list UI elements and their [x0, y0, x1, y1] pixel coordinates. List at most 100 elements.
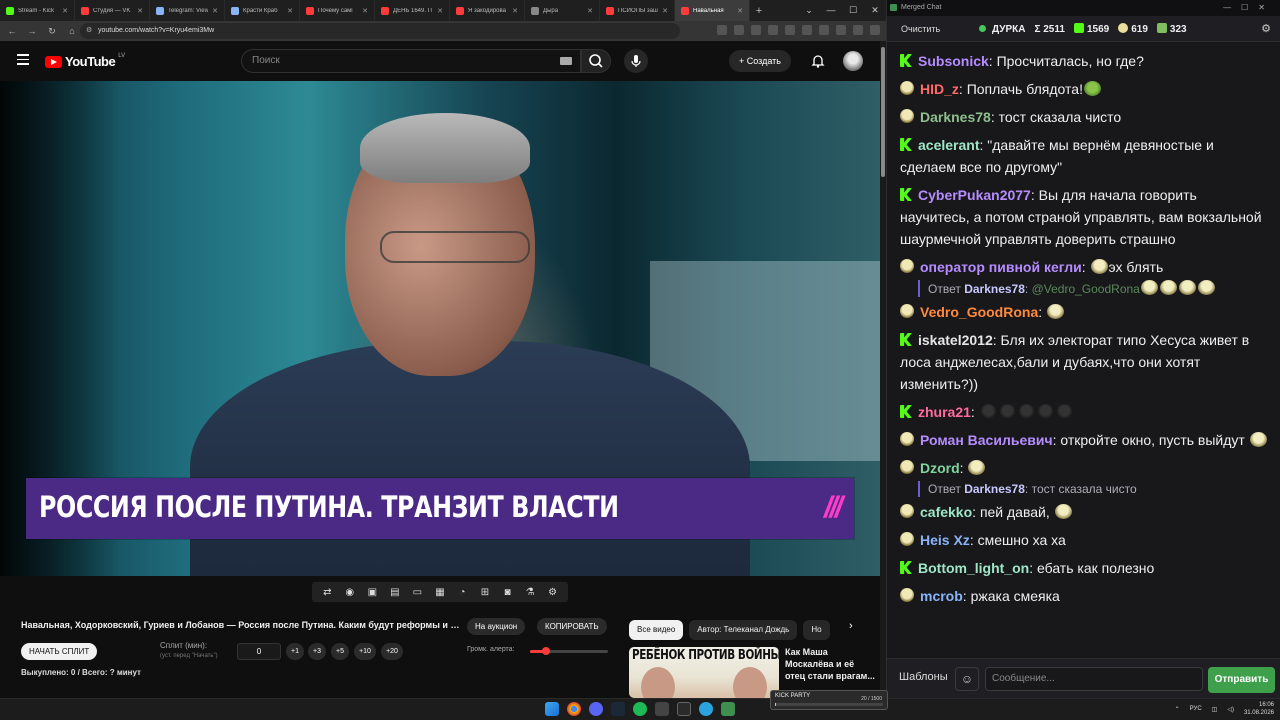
chrome-icon[interactable]: [567, 702, 581, 716]
tab[interactable]: Stream - Kick ✕: [0, 0, 75, 21]
notifications-icon[interactable]: [810, 53, 826, 69]
close-icon[interactable]: ✕: [212, 7, 218, 15]
related-video-title[interactable]: Как Маша Москалёва и её отец стали врага…: [785, 646, 875, 682]
telegram-icon[interactable]: [699, 702, 713, 716]
close-icon[interactable]: ✕: [137, 7, 143, 15]
forward-icon[interactable]: →: [26, 26, 38, 36]
url-field[interactable]: ⚙ youtube.com/watch?v=Kryu4emi3Mw: [80, 23, 680, 39]
chat-username[interactable]: Роман Васильевич: [920, 432, 1053, 448]
chat-username[interactable]: Subsonick: [918, 53, 989, 69]
chat-username[interactable]: Dzord: [920, 460, 960, 476]
chat-username[interactable]: Vedro_GoodRona: [920, 304, 1038, 320]
tab[interactable]: Студия — VK ✕: [75, 0, 150, 21]
new-tab-icon[interactable]: +: [750, 5, 768, 17]
chat-username[interactable]: cafekko: [920, 504, 972, 520]
kick-party-widget[interactable]: KICK PARTY 20 / 1500: [770, 690, 888, 710]
clock[interactable]: 16:06 31.08.2026: [1244, 701, 1274, 717]
maximize-icon[interactable]: ☐: [842, 0, 864, 21]
related-thumbnail[interactable]: РЕБЁНОК ПРОТИВ ВОЙНЫ: [629, 647, 779, 698]
menu-icon[interactable]: [17, 54, 29, 66]
add-icon[interactable]: ⊞: [477, 587, 493, 598]
increment-button[interactable]: +5: [331, 643, 349, 660]
alert-volume-slider[interactable]: [530, 647, 608, 655]
close-icon[interactable]: ✕: [362, 7, 368, 15]
flask-icon[interactable]: ⚗: [522, 587, 538, 598]
voice-search-button[interactable]: [624, 49, 648, 73]
spotify-icon[interactable]: [633, 702, 647, 716]
chat-username[interactable]: zhura21: [918, 404, 971, 420]
chat-username[interactable]: iskatel2012: [918, 332, 993, 348]
speed-icon[interactable]: ▦: [432, 587, 448, 598]
settings-icon[interactable]: ⚙: [545, 587, 561, 598]
smile-icon[interactable]: ☺: [955, 667, 979, 691]
scrollbar-thumb[interactable]: [881, 47, 885, 177]
gauge-icon[interactable]: ◔: [454, 587, 470, 598]
loop-icon[interactable]: ⇄: [319, 587, 335, 598]
message-input[interactable]: Сообщение...: [985, 667, 1203, 691]
tab[interactable]: ДЕНЬ 1649. П ✕: [375, 0, 450, 21]
close-icon[interactable]: ✕: [662, 7, 668, 15]
start-split-button[interactable]: НАЧАТЬ СПЛИТ: [21, 643, 98, 660]
app-icon[interactable]: [721, 702, 735, 716]
clear-button[interactable]: Очистить: [895, 20, 946, 38]
windows-start-icon[interactable]: [545, 702, 559, 716]
gear-icon[interactable]: ⚙: [1261, 22, 1271, 35]
site-info-icon[interactable]: ⚙: [86, 23, 92, 39]
search-input[interactable]: Поиск: [241, 49, 581, 73]
send-button[interactable]: Отправить: [1208, 667, 1275, 693]
close-icon[interactable]: ✕: [737, 7, 743, 15]
theater-icon[interactable]: ▭: [409, 587, 425, 598]
tab[interactable]: Telegram: View ✕: [150, 0, 225, 21]
chat-username[interactable]: оператор пивной кегли: [920, 259, 1082, 275]
tab-active[interactable]: Навальная ✕: [675, 0, 750, 21]
language-indicator[interactable]: РУС: [1190, 706, 1202, 712]
split-minutes-input[interactable]: 0: [237, 643, 281, 660]
close-icon[interactable]: ✕: [62, 7, 68, 15]
chat-username[interactable]: CyberPukan2077: [918, 187, 1031, 203]
copy-button[interactable]: КОПИРОВАТЬ: [537, 618, 607, 635]
close-icon[interactable]: ✕: [287, 7, 293, 15]
tab[interactable]: Дыра ✕: [525, 0, 600, 21]
auction-button[interactable]: На аукцион: [467, 618, 526, 635]
create-button[interactable]: + Создать: [729, 50, 791, 72]
window-controls[interactable]: —☐✕: [1223, 0, 1275, 16]
minimize-icon[interactable]: —: [820, 0, 842, 21]
extension-icon[interactable]: [819, 25, 829, 35]
close-window-icon[interactable]: ✕: [864, 0, 886, 21]
volume-icon[interactable]: ◁): [1227, 706, 1234, 713]
close-icon[interactable]: ✕: [587, 7, 593, 15]
app-icon[interactable]: [677, 702, 691, 716]
increment-button[interactable]: +20: [381, 643, 403, 660]
chat-username[interactable]: Bottom_light_on: [918, 560, 1029, 576]
extension-icon[interactable]: [853, 25, 863, 35]
extension-icon[interactable]: [870, 25, 880, 35]
discord-icon[interactable]: [589, 702, 603, 716]
increment-button[interactable]: +10: [354, 643, 376, 660]
extension-icon[interactable]: [802, 25, 812, 35]
reply-username[interactable]: Darknes78: [964, 482, 1025, 496]
tab[interactable]: Красти Краб ✕: [225, 0, 300, 21]
youtube-logo[interactable]: YouTube LV: [45, 53, 125, 69]
extension-icon[interactable]: [751, 25, 761, 35]
extension-icon[interactable]: [785, 25, 795, 35]
cast-icon[interactable]: ▣: [364, 587, 380, 598]
video-player[interactable]: РОССИЯ ПОСЛЕ ПУТИНА. ТРАНЗИТ ВЛАСТИ ///: [0, 81, 880, 576]
tab[interactable]: ПСИОПЫ заш ✕: [600, 0, 675, 21]
keyboard-icon[interactable]: [560, 57, 572, 65]
extension-icon[interactable]: [836, 25, 846, 35]
tab[interactable]: Я закодирова ✕: [450, 0, 525, 21]
extension-icon[interactable]: [717, 25, 727, 35]
screenshot-icon[interactable]: ◙: [500, 587, 516, 598]
increment-button[interactable]: +1: [286, 643, 304, 660]
close-icon[interactable]: ✕: [512, 7, 518, 15]
chip-new[interactable]: Но: [803, 620, 830, 640]
audio-icon[interactable]: ◉: [342, 587, 358, 598]
chevron-up-icon[interactable]: ⌃: [1175, 706, 1180, 713]
chat-username[interactable]: mcrob: [920, 588, 963, 604]
chip-all-videos[interactable]: Все видео: [629, 620, 684, 640]
extension-icon[interactable]: [768, 25, 778, 35]
network-icon[interactable]: ◫: [1212, 706, 1218, 713]
clip-icon[interactable]: ▤: [387, 587, 403, 598]
chat-username[interactable]: Heis Xz: [920, 532, 970, 548]
chip-author[interactable]: Автор: Телеканал Дождь: [689, 620, 798, 640]
